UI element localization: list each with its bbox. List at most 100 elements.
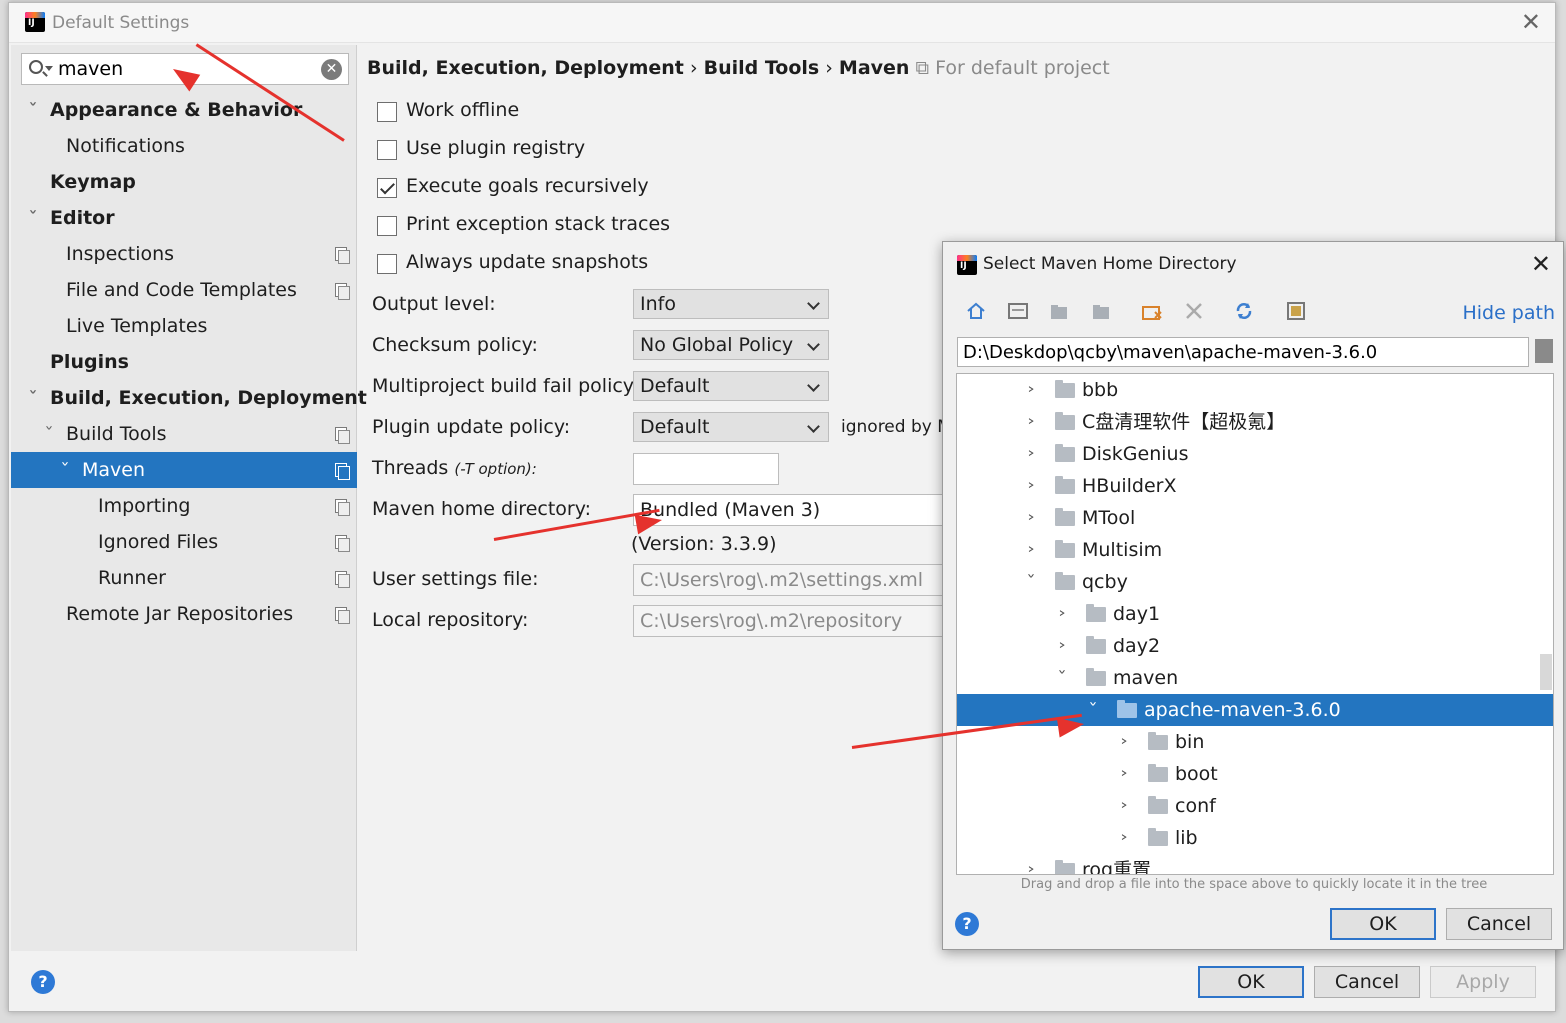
chevron-down-icon[interactable]: ˅: [1050, 662, 1074, 694]
checkbox-box-checked[interactable]: [377, 178, 397, 198]
sidebar-item-build-tools[interactable]: ˅ Build Tools: [11, 416, 357, 452]
sidebar-item-build-execution[interactable]: ˅ Build, Execution, Deployment: [11, 380, 367, 416]
chevron-down-icon[interactable]: ˅: [21, 200, 45, 236]
sidebar-item-ignored-files[interactable]: Ignored Files: [11, 524, 357, 560]
multiproject-policy-select[interactable]: Default: [633, 371, 829, 401]
home-icon[interactable]: [965, 300, 987, 322]
tree-row[interactable]: › bbb: [957, 374, 1553, 406]
close-icon[interactable]: ✕: [1531, 252, 1551, 276]
tree-row-label: Multisim: [1082, 539, 1163, 561]
delete-icon[interactable]: [1183, 300, 1205, 322]
chevron-down-icon[interactable]: ˅: [37, 416, 61, 452]
chevron-right-icon[interactable]: ›: [1019, 502, 1043, 534]
sidebar-item-runner[interactable]: Runner: [11, 560, 357, 596]
tree-row[interactable]: › MTool: [957, 502, 1553, 534]
sidebar-item-inspections[interactable]: Inspections: [11, 236, 357, 272]
chevron-down-icon[interactable]: ˅: [53, 452, 77, 488]
path-input[interactable]: [957, 337, 1529, 367]
select-value: No Global Policy: [640, 334, 794, 356]
download-path-icon[interactable]: [1535, 339, 1553, 363]
user-settings-input[interactable]: C:\Users\rog\.m2\settings.xml: [633, 564, 953, 596]
search-history-caret-icon[interactable]: [45, 66, 53, 71]
project-settings-icon: [335, 427, 350, 444]
tree-row[interactable]: › rog重置: [957, 854, 1553, 874]
chevron-right-icon[interactable]: ›: [1112, 726, 1136, 758]
checkbox-box[interactable]: [377, 254, 397, 274]
ok-button[interactable]: OK: [1198, 966, 1304, 998]
local-repo-input[interactable]: C:\Users\rog\.m2\repository: [633, 605, 953, 637]
clear-search-icon[interactable]: ✕: [321, 59, 342, 80]
checkbox-box[interactable]: [377, 216, 397, 236]
cancel-button[interactable]: Cancel: [1314, 966, 1420, 998]
sidebar-item-label: Build Tools: [66, 423, 167, 445]
tree-row[interactable]: › bin: [957, 726, 1553, 758]
tree-row[interactable]: › Multisim: [957, 534, 1553, 566]
chevron-right-icon[interactable]: ›: [1019, 374, 1043, 406]
plugin-update-policy-select[interactable]: Default: [633, 412, 829, 442]
sidebar-item-importing[interactable]: Importing: [11, 488, 357, 524]
chevron-right-icon[interactable]: ›: [1112, 758, 1136, 790]
chevron-down-icon[interactable]: ˅: [21, 380, 45, 416]
chevron-right-icon[interactable]: ›: [1050, 630, 1074, 662]
sidebar-item-plugins[interactable]: Plugins: [11, 344, 357, 380]
refresh-icon[interactable]: [1233, 300, 1255, 322]
chevron-down-icon[interactable]: ˅: [21, 92, 45, 128]
tree-row[interactable]: › boot: [957, 758, 1553, 790]
hide-path-link[interactable]: Hide path: [1462, 302, 1555, 324]
output-level-select[interactable]: Info: [633, 289, 829, 319]
tree-row[interactable]: › lib: [957, 822, 1553, 854]
dialog-ok-button[interactable]: OK: [1330, 908, 1436, 940]
tree-row-label: apache-maven-3.6.0: [1144, 699, 1341, 721]
sidebar-item-appearance[interactable]: ˅ Appearance & Behavior: [11, 92, 357, 128]
tree-row[interactable]: › C盘清理软件【超极氪】: [957, 406, 1553, 438]
sidebar-item-file-templates[interactable]: File and Code Templates: [11, 272, 357, 308]
apply-button[interactable]: Apply: [1430, 966, 1536, 998]
chevron-right-icon[interactable]: ›: [1019, 534, 1043, 566]
sidebar-item-label: Build, Execution, Deployment: [50, 387, 367, 409]
select-value: Default: [640, 375, 710, 397]
chevron-down-icon[interactable]: ˅: [1081, 694, 1105, 726]
checkbox-box[interactable]: [377, 102, 397, 122]
sidebar-item-remote-jar[interactable]: Remote Jar Repositories: [11, 596, 357, 632]
chevron-right-icon[interactable]: ›: [1019, 406, 1043, 438]
select-value: Default: [640, 416, 710, 438]
maven-home-input[interactable]: Bundled (Maven 3): [633, 494, 953, 526]
tree-row[interactable]: ˅ maven: [957, 662, 1553, 694]
sidebar-item-editor[interactable]: ˅ Editor: [11, 200, 357, 236]
tree-row[interactable]: › DiskGenius: [957, 438, 1553, 470]
tree-row[interactable]: › HBuilderX: [957, 470, 1553, 502]
chevron-down-icon[interactable]: ˅: [1019, 566, 1043, 598]
tree-row[interactable]: › day2: [957, 630, 1553, 662]
chevron-right-icon[interactable]: ›: [1050, 598, 1074, 630]
tree-row[interactable]: › day1: [957, 598, 1553, 630]
chevron-right-icon[interactable]: ›: [1112, 822, 1136, 854]
module-folder-icon[interactable]: [1091, 300, 1113, 322]
chevron-right-icon[interactable]: ›: [1112, 790, 1136, 822]
chevron-right-icon[interactable]: ›: [1019, 470, 1043, 502]
sidebar-item-notifications[interactable]: Notifications: [11, 128, 357, 164]
folder-icon: [1086, 636, 1106, 654]
chevron-right-icon[interactable]: ›: [1019, 854, 1043, 874]
search-icon[interactable]: [29, 60, 43, 74]
threads-input[interactable]: [633, 453, 779, 485]
sidebar-item-live-templates[interactable]: Live Templates: [11, 308, 357, 344]
tree-row[interactable]: › conf: [957, 790, 1553, 822]
settings-sidebar: ✕ ˅ Appearance & Behavior Notifications …: [11, 45, 367, 951]
chevron-right-icon[interactable]: ›: [1019, 438, 1043, 470]
close-icon[interactable]: ✕: [1521, 10, 1541, 34]
checksum-policy-select[interactable]: No Global Policy: [633, 330, 829, 360]
desktop-icon[interactable]: [1007, 300, 1029, 322]
project-folder-icon[interactable]: [1049, 300, 1071, 322]
new-folder-icon[interactable]: [1141, 300, 1163, 322]
dialog-cancel-button[interactable]: Cancel: [1446, 908, 1552, 940]
checkbox-label: Execute goals recursively: [406, 175, 649, 197]
tree-row[interactable]: ˅ qcby: [957, 566, 1553, 598]
sidebar-item-keymap[interactable]: Keymap: [11, 164, 357, 200]
tree-scrollbar[interactable]: [1540, 654, 1552, 690]
show-hidden-icon[interactable]: [1285, 300, 1307, 322]
sidebar-item-maven[interactable]: ˅ Maven: [11, 452, 357, 488]
help-icon[interactable]: ?: [31, 970, 55, 994]
help-icon[interactable]: ?: [955, 912, 979, 936]
checkbox-box[interactable]: [377, 140, 397, 160]
sidebar-item-label: Keymap: [50, 171, 136, 193]
